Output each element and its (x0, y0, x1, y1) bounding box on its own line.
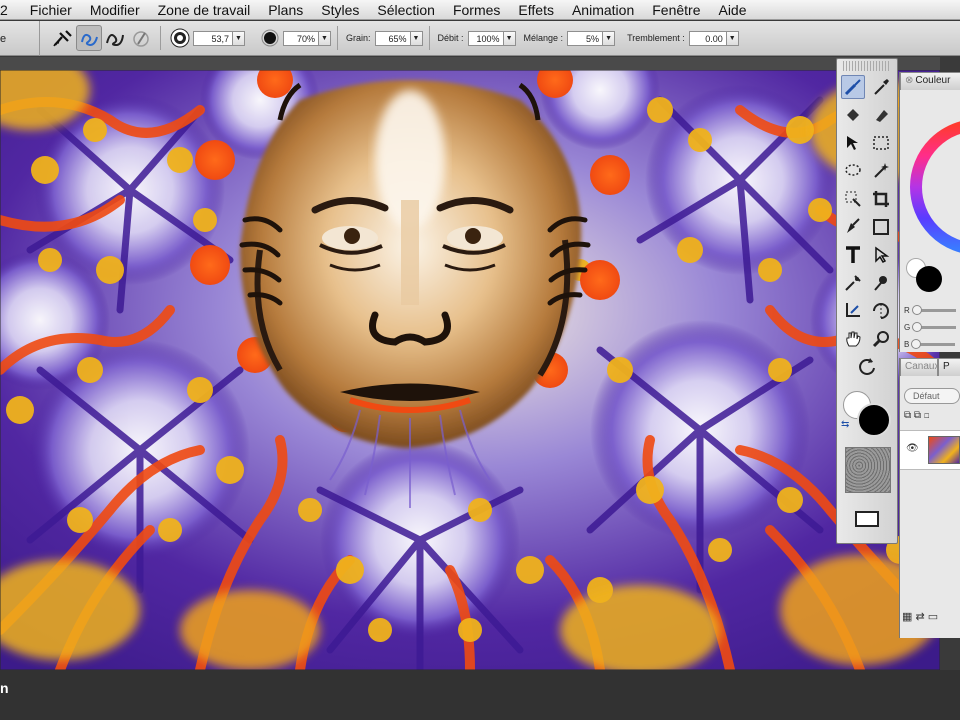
color-wheel[interactable] (910, 102, 960, 272)
paint-bucket-icon[interactable] (841, 103, 865, 127)
reset-brush-icon[interactable] (128, 25, 154, 51)
melange-dropdown[interactable]: ▼ (603, 30, 616, 46)
toolbox: ⇆ (836, 58, 898, 544)
toolbox-grip[interactable] (843, 61, 891, 71)
rubber-stamp-icon[interactable] (869, 271, 893, 295)
grain-dropdown[interactable]: ▼ (410, 30, 423, 46)
blue-slider-row[interactable]: B (904, 339, 956, 349)
green-slider-label: G (904, 323, 911, 332)
visibility-eye-icon[interactable]: 👁 (906, 443, 919, 454)
magnifier-icon[interactable] (869, 327, 893, 351)
bottom-corner-text: n (0, 680, 9, 696)
blue-slider-knob[interactable] (911, 339, 922, 349)
debit-label: Débit : (437, 33, 464, 43)
menu-fichier[interactable]: Fichier (21, 0, 81, 20)
tremblement-field[interactable]: 0.00 (688, 30, 727, 46)
red-slider-row[interactable]: R (904, 305, 956, 315)
menu-modifier[interactable]: Modifier (81, 0, 149, 20)
dropper-tool-icon[interactable] (869, 75, 893, 99)
dodge-tool-icon[interactable] (841, 299, 865, 323)
menu-bar: 2 Fichier Modifier Zone de travail Plans… (0, 0, 960, 20)
layer-thumbnail (928, 436, 960, 464)
blend-mode-select[interactable]: Défaut (904, 388, 960, 404)
property-bar-stub: e (0, 20, 40, 56)
layers-footer-icons[interactable]: ▦ ⇄ ▭ (902, 610, 960, 630)
straight-stroke-icon[interactable] (102, 25, 128, 51)
layers-tab[interactable]: P (938, 358, 960, 376)
layer-options-icons[interactable]: ⧉ ⧉ ◻ (904, 410, 960, 424)
debit-field[interactable]: 100% (467, 30, 504, 46)
grabber-hand-icon[interactable] (841, 327, 865, 351)
cloner-icon[interactable] (841, 271, 865, 295)
lasso-icon[interactable] (841, 159, 865, 183)
color-panel-title: Couleur (915, 75, 951, 86)
magic-wand-icon[interactable] (869, 159, 893, 183)
media-selector-button[interactable] (855, 511, 879, 527)
shape-select-icon[interactable] (869, 243, 893, 267)
opacity-icon (257, 25, 283, 51)
property-bar: e 53,7 ▼ 70% ▼ Grain: 65% ▼ Débit : 100%… (0, 20, 960, 56)
bottom-bar: n (0, 670, 960, 720)
menu-zone-de-travail[interactable]: Zone de travail (149, 0, 260, 20)
color-panel-tab[interactable]: ⊗ Couleur (900, 72, 960, 90)
pen-tool-icon[interactable] (841, 215, 865, 239)
rotate-page-icon[interactable] (855, 355, 879, 379)
close-icon[interactable]: ⊗ (905, 75, 913, 86)
layer-adjuster-icon[interactable] (841, 131, 865, 155)
crop-icon[interactable] (869, 187, 893, 211)
mirror-tool-icon[interactable] (869, 299, 893, 323)
blue-slider-label: B (904, 340, 910, 349)
channels-tab[interactable]: Canaux (900, 358, 938, 376)
tremblement-dropdown[interactable]: ▼ (726, 30, 739, 46)
green-slider-row[interactable]: G (904, 322, 957, 332)
canvas-top-border (0, 57, 940, 70)
melange-field[interactable]: 5% (567, 30, 604, 46)
rectangle-shape-icon[interactable] (869, 215, 893, 239)
melange-label: Mélange : (523, 33, 564, 43)
tremblement-label: Tremblement : (627, 33, 685, 43)
opacity-dropdown[interactable]: ▼ (319, 30, 331, 46)
menu-fenetre[interactable]: Fenêtre (643, 0, 709, 20)
red-slider-knob[interactable] (911, 305, 922, 315)
separator (428, 26, 430, 50)
green-slider-knob[interactable] (912, 322, 923, 332)
opacity-field[interactable]: 70% (283, 30, 319, 46)
grain-field[interactable]: 65% (374, 30, 411, 46)
brush-tool-button[interactable] (841, 75, 865, 99)
swap-colors-icon[interactable]: ⇆ (841, 419, 849, 430)
debit-dropdown[interactable]: ▼ (503, 30, 516, 46)
grain-label: Grain: (346, 33, 371, 43)
layer-row[interactable]: 👁 (900, 430, 960, 470)
red-slider-label: R (904, 306, 910, 315)
transform-icon[interactable] (841, 187, 865, 211)
brush-tool-icon[interactable] (50, 25, 76, 51)
foreground-color-swatch[interactable] (857, 403, 891, 437)
menu-animation[interactable]: Animation (563, 0, 643, 20)
menu-selection[interactable]: Sélection (368, 0, 444, 20)
color-panel: ⊗ Couleur R G B (899, 72, 960, 352)
menu-formes[interactable]: Formes (444, 0, 509, 20)
brush-size-dropdown[interactable]: ▼ (233, 30, 245, 46)
menu-styles[interactable]: Styles (312, 0, 368, 20)
separator (337, 26, 338, 50)
paper-texture-swatch[interactable] (845, 447, 891, 493)
color-panel-fg-swatch[interactable] (916, 266, 942, 292)
brush-size-icon (167, 25, 193, 51)
layers-panel: Canaux P Défaut ⧉ ⧉ ◻ 👁 ▦ ⇄ ▭ (899, 358, 960, 638)
freehand-stroke-icon[interactable] (76, 25, 102, 51)
menu-app-fragment[interactable]: 2 (0, 0, 21, 20)
menu-effets[interactable]: Effets (509, 0, 563, 20)
menu-plans[interactable]: Plans (259, 0, 312, 20)
rect-select-icon[interactable] (869, 131, 893, 155)
separator (160, 26, 161, 50)
artwork-image (0, 70, 940, 670)
brush-size-field[interactable]: 53,7 (193, 30, 233, 46)
eraser-tool-icon[interactable] (869, 103, 893, 127)
painting-canvas[interactable] (0, 70, 940, 670)
painter-window: 2 Fichier Modifier Zone de travail Plans… (0, 0, 960, 720)
text-tool-icon[interactable] (841, 243, 865, 267)
menu-aide[interactable]: Aide (709, 0, 755, 20)
